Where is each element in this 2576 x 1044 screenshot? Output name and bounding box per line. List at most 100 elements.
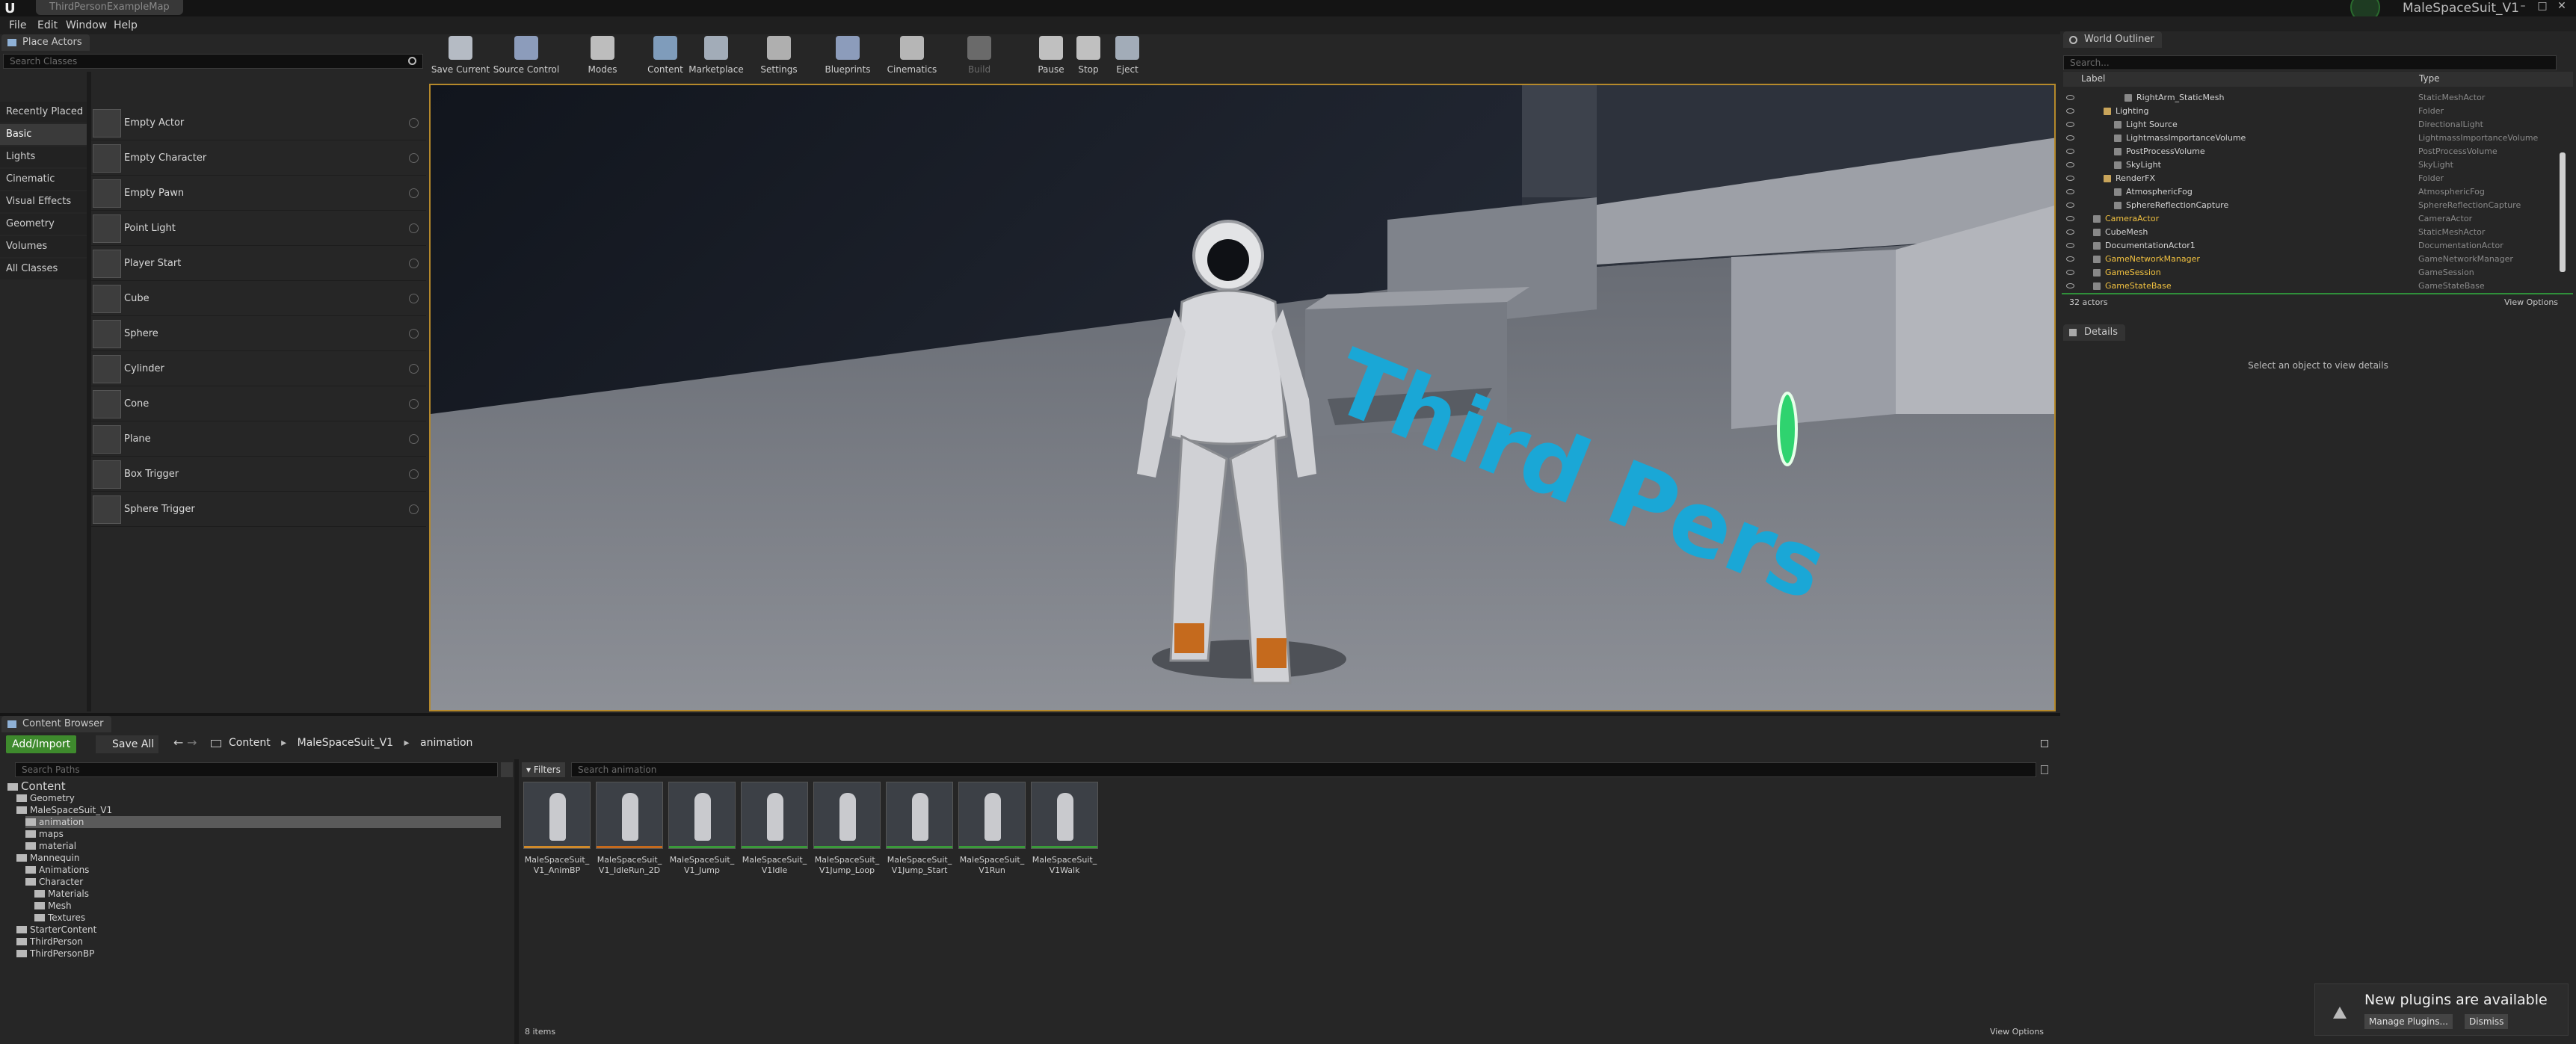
actor-item-box-trigger[interactable]: Box Trigger [91,457,426,492]
tree-item-startercontent[interactable]: StarterContent [16,924,96,936]
content-browser-tab[interactable]: Content Browser [1,716,111,732]
actor-item-empty-character[interactable]: Empty Character [91,141,426,176]
save-all-button[interactable]: Save All [96,735,159,753]
tree-item-mesh[interactable]: Mesh [34,900,72,912]
source-control-button[interactable]: Source Control [493,36,559,78]
actor-item-plane[interactable]: Plane [91,422,426,457]
info-icon[interactable] [409,223,419,233]
content-view-options[interactable]: View Options [1990,1027,2044,1037]
category-cinematic[interactable]: Cinematic [0,169,87,190]
info-icon[interactable] [409,469,419,479]
category-visual-effects[interactable]: Visual Effects [0,191,87,212]
outliner-row[interactable]: GameStateBase GameStateBase [2063,279,2563,293]
info-icon[interactable] [409,259,419,268]
label-column-header[interactable]: Label [2081,73,2105,84]
minimize-icon[interactable]: – [2515,0,2531,13]
category-basic[interactable]: Basic [0,124,87,145]
asset-tile[interactable]: MaleSpaceSuit_ V1Idle [741,782,808,876]
actor-item-cylinder[interactable]: Cylinder [91,352,426,386]
info-icon[interactable] [409,329,419,339]
visibility-eye-icon[interactable] [2066,189,2074,194]
visibility-eye-icon[interactable] [2066,283,2074,288]
menu-window[interactable]: Window [66,16,107,34]
tree-item-geometry[interactable]: Geometry [16,792,75,804]
info-icon[interactable] [409,188,419,198]
tree-item-content[interactable]: Content [7,780,66,792]
actor-item-player-start[interactable]: Player Start [91,247,426,281]
outliner-row[interactable]: DocumentationActor1 DocumentationActor [2063,239,2563,253]
category-all-classes[interactable]: All Classes [0,259,87,279]
asset-tile[interactable]: MaleSpaceSuit_ V1_Jump [668,782,736,876]
lock-icon[interactable] [2041,740,2048,747]
marketplace-button[interactable]: Marketplace [686,36,746,78]
build-button[interactable]: Build [949,36,1009,78]
search-paths-input[interactable]: Search Paths [15,762,498,777]
unreal-logo-icon[interactable]: U [4,1,16,16]
outliner-row[interactable]: AtmosphericFog AtmosphericFog [2063,185,2563,199]
tree-item-animation[interactable]: animation [25,816,501,828]
info-icon[interactable] [409,294,419,303]
tree-item-materials[interactable]: Materials [34,888,89,900]
info-icon[interactable] [409,504,419,514]
info-icon[interactable] [409,399,419,409]
tree-item-animations[interactable]: Animations [25,864,89,876]
outliner-row[interactable]: SphereReflectionCapture SphereReflectionC… [2063,199,2563,212]
settings-button[interactable]: Settings [749,36,809,78]
info-icon[interactable] [409,153,419,163]
tree-item-malespacesuit-v1[interactable]: MaleSpaceSuit_V1 [16,804,112,816]
visibility-eye-icon[interactable] [2066,135,2074,140]
actor-item-empty-pawn[interactable]: Empty Pawn [91,176,426,211]
visibility-eye-icon[interactable] [2066,229,2074,235]
cinematics-button[interactable]: Cinematics [882,36,942,78]
modes-button[interactable]: Modes [573,36,632,78]
visibility-eye-icon[interactable] [2066,176,2074,181]
outliner-row[interactable]: Lighting Folder [2063,105,2563,118]
filters-button[interactable]: ▾ Filters [522,762,565,777]
actor-item-sphere-trigger[interactable]: Sphere Trigger [91,492,426,527]
breadcrumb-malespacesuit[interactable]: MaleSpaceSuit_V1 [298,737,393,749]
visibility-eye-icon[interactable] [2066,108,2074,114]
close-icon[interactable]: ✕ [2554,0,2570,13]
actor-item-point-light[interactable]: Point Light [91,211,426,246]
outliner-row[interactable]: GameSession GameSession [2063,266,2563,279]
info-icon[interactable] [409,118,419,128]
asset-tile[interactable]: MaleSpaceSuit_ V1Jump_Start [886,782,953,876]
blueprints-button[interactable]: Blueprints [818,36,878,78]
type-column-header[interactable]: Type [2419,73,2440,84]
search-assets-input[interactable]: Search animation [571,762,2036,777]
visibility-eye-icon[interactable] [2066,203,2074,208]
category-geometry[interactable]: Geometry [0,214,87,235]
tree-item-textures[interactable]: Textures [34,912,85,924]
outliner-row[interactable]: CameraActor CameraActor [2063,212,2563,226]
outliner-search-input[interactable]: Search... [2063,55,2557,70]
maximize-icon[interactable]: □ [2534,0,2551,13]
visibility-eye-icon[interactable] [2066,270,2074,275]
forward-arrow-icon[interactable]: → [187,735,197,750]
visibility-eye-icon[interactable] [2066,216,2074,221]
asset-tile[interactable]: MaleSpaceSuit_ V1_AnimBP [523,782,591,876]
tree-item-material[interactable]: material [25,840,76,852]
menu-file[interactable]: File [9,16,26,34]
visibility-eye-icon[interactable] [2066,122,2074,127]
outliner-row[interactable]: RenderFX Folder [2063,172,2563,185]
outliner-row[interactable]: GameNetworkManager GameNetworkManager [2063,253,2563,266]
tree-item-thirdperson[interactable]: ThirdPerson [16,936,83,948]
outliner-row[interactable]: CubeMesh StaticMeshActor [2063,226,2563,239]
menu-help[interactable]: Help [114,16,138,34]
menu-edit[interactable]: Edit [37,16,58,34]
outliner-row[interactable]: Light Source DirectionalLight [2063,118,2563,132]
asset-tile[interactable]: MaleSpaceSuit_ V1Run [958,782,1026,876]
manage-plugins-button[interactable]: Manage Plugins... [2364,1014,2453,1029]
search-classes-input[interactable]: Search Classes [3,54,423,69]
back-arrow-icon[interactable]: ← [173,735,183,750]
world-outliner-tab[interactable]: World Outliner [2063,31,2162,48]
tree-item-maps[interactable]: maps [25,828,64,840]
visibility-eye-icon[interactable] [2066,95,2074,100]
dismiss-button[interactable]: Dismiss [2465,1014,2509,1029]
asset-tile[interactable]: MaleSpaceSuit_ V1Jump_Loop [813,782,881,876]
outliner-row[interactable]: SkyLight SkyLight [2063,158,2563,172]
category-volumes[interactable]: Volumes [0,236,87,257]
tree-item-thirdpersonbp[interactable]: ThirdPersonBP [16,948,94,960]
outliner-row[interactable]: LightmassImportanceVolume LightmassImport… [2063,132,2563,145]
save-current-button[interactable]: Save Current [431,36,490,78]
